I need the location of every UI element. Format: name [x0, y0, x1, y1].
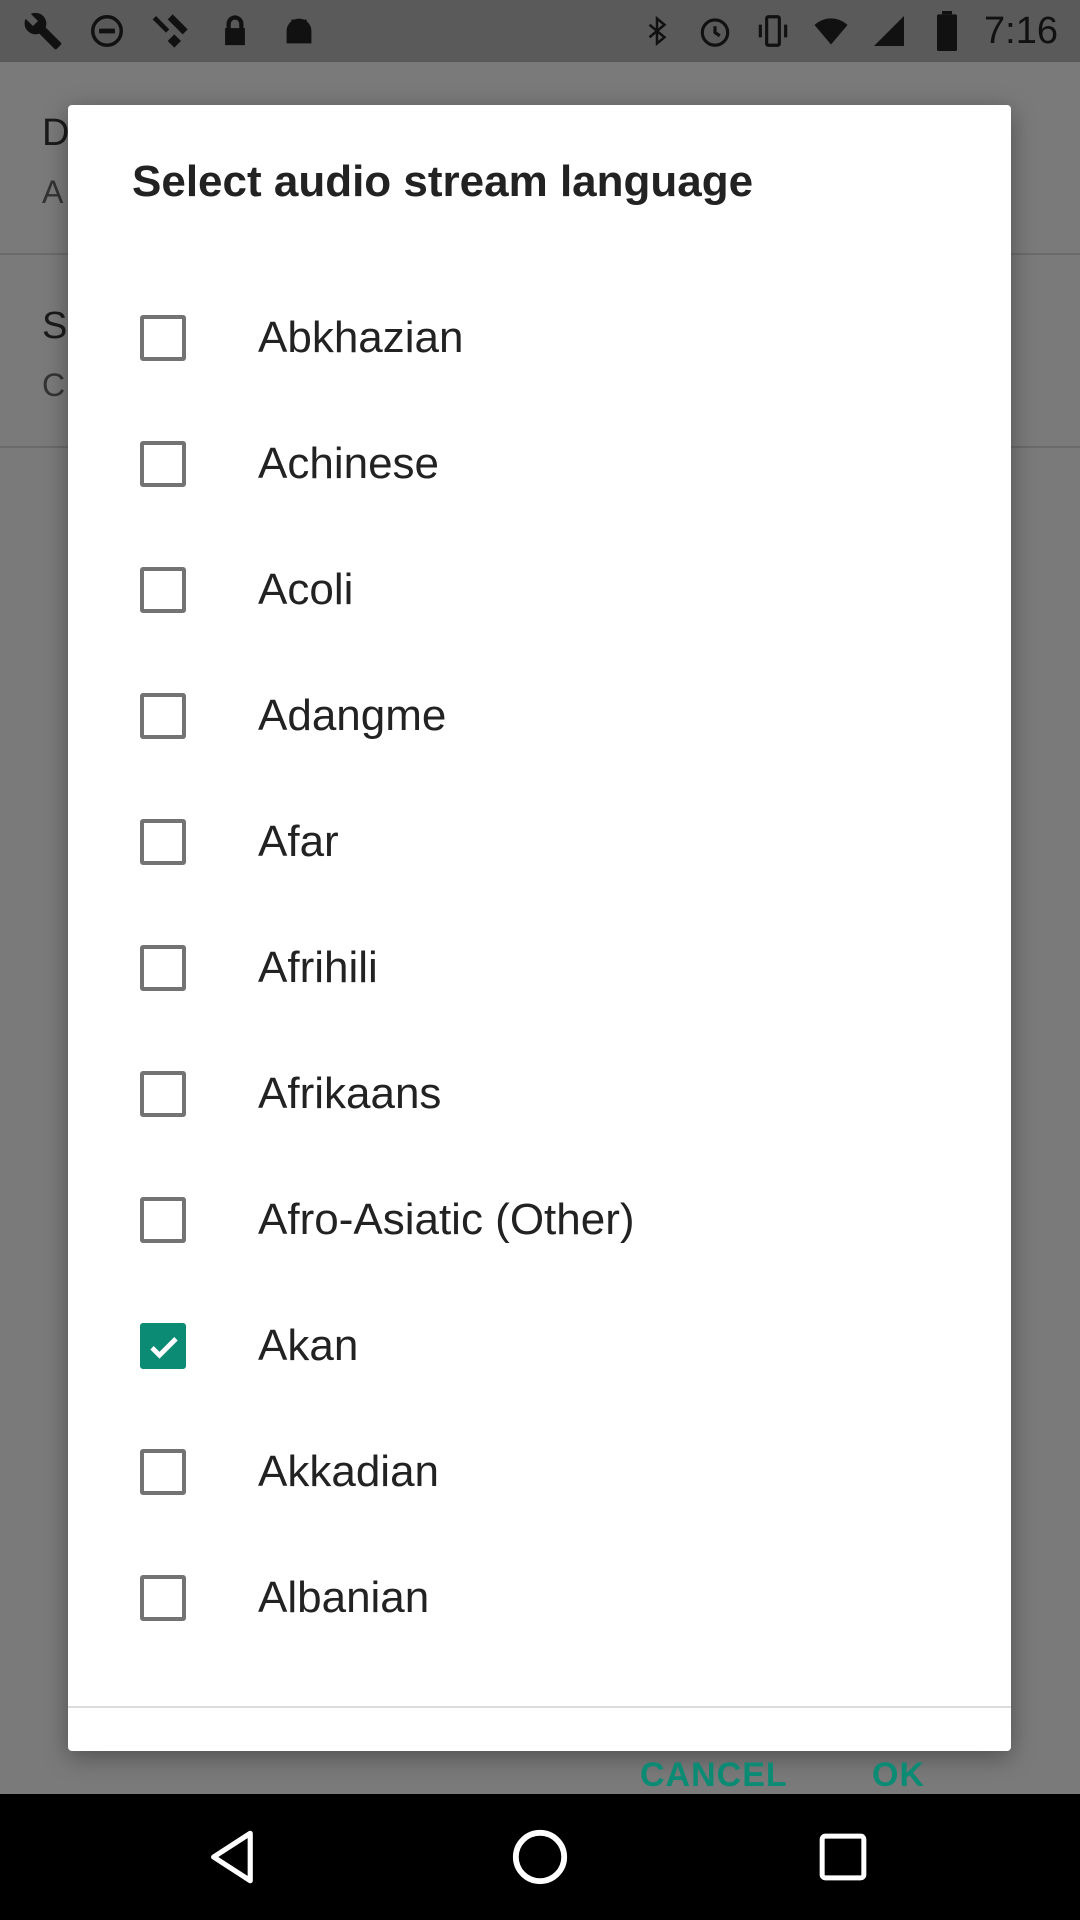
- wifi-icon: [810, 10, 852, 52]
- home-icon[interactable]: [495, 1812, 585, 1902]
- wrench-icon: [22, 10, 64, 52]
- status-bar: 7:16: [0, 0, 1080, 62]
- list-item[interactable]: Afrikaans: [68, 1031, 1011, 1157]
- battery-icon: [926, 10, 968, 52]
- list-item[interactable]: Achinese: [68, 401, 1011, 527]
- ok-button[interactable]: OK: [872, 1756, 925, 1795]
- background-item-title: D: [42, 112, 70, 154]
- language-list[interactable]: Abkhazian Achinese Acoli Adangme Afar Af…: [68, 275, 1011, 1708]
- list-item-label: Afar: [258, 817, 339, 866]
- cancel-button[interactable]: CANCEL: [640, 1756, 788, 1795]
- list-item-label: Acoli: [258, 565, 354, 614]
- alarm-icon: [694, 10, 736, 52]
- list-item-label: Afrikaans: [258, 1069, 442, 1118]
- list-item-label: Afrihili: [258, 943, 378, 992]
- checkbox[interactable]: [140, 819, 186, 865]
- list-item[interactable]: Adangme: [68, 653, 1011, 779]
- background-item-title: S: [42, 305, 68, 347]
- checkbox[interactable]: [140, 1575, 186, 1621]
- checkbox[interactable]: [140, 693, 186, 739]
- vibrate-icon: [752, 10, 794, 52]
- language-select-dialog: Select audio stream language Abkhazian A…: [68, 105, 1011, 1794]
- list-item[interactable]: Afrihili: [68, 905, 1011, 1031]
- back-icon[interactable]: [188, 1812, 278, 1902]
- dialog-title: Select audio stream language: [132, 157, 754, 206]
- checkbox[interactable]: [140, 567, 186, 613]
- checkbox-checked[interactable]: [140, 1323, 186, 1369]
- android-icon: [278, 10, 320, 52]
- checkbox[interactable]: [140, 441, 186, 487]
- navigation-bar: [0, 1794, 1080, 1920]
- bluetooth-icon: [636, 10, 678, 52]
- list-item[interactable]: Afro-Asiatic (Other): [68, 1157, 1011, 1283]
- list-item-label: Akan: [258, 1321, 359, 1370]
- list-item[interactable]: Afar: [68, 779, 1011, 905]
- list-item[interactable]: Albanian: [68, 1535, 1011, 1661]
- fake-gps-icon: [150, 10, 192, 52]
- list-item-label: Adangme: [258, 691, 447, 740]
- checkbox[interactable]: [140, 1449, 186, 1495]
- list-item-label: Abkhazian: [258, 313, 464, 362]
- background-item-subtitle: C: [42, 367, 66, 403]
- list-item-label: Achinese: [258, 439, 440, 488]
- recent-apps-icon[interactable]: [798, 1812, 888, 1902]
- list-item[interactable]: Acoli: [68, 527, 1011, 653]
- checkbox[interactable]: [140, 945, 186, 991]
- list-item[interactable]: Abkhazian: [68, 275, 1011, 401]
- list-item[interactable]: Akan: [68, 1283, 1011, 1409]
- list-item-label: Albanian: [258, 1573, 430, 1622]
- checkbox[interactable]: [140, 315, 186, 361]
- signal-icon: [868, 10, 910, 52]
- clock: 7:16: [984, 9, 1058, 52]
- list-item-label: Akkadian: [258, 1447, 440, 1496]
- blocked-icon: [86, 10, 128, 52]
- list-item[interactable]: Akkadian: [68, 1409, 1011, 1535]
- list-item-label: Afro-Asiatic (Other): [258, 1195, 635, 1244]
- checkbox[interactable]: [140, 1071, 186, 1117]
- checkmark-icon: [150, 1337, 178, 1359]
- checkbox[interactable]: [140, 1197, 186, 1243]
- lock-icon: [214, 10, 256, 52]
- background-item-subtitle: A: [42, 174, 64, 210]
